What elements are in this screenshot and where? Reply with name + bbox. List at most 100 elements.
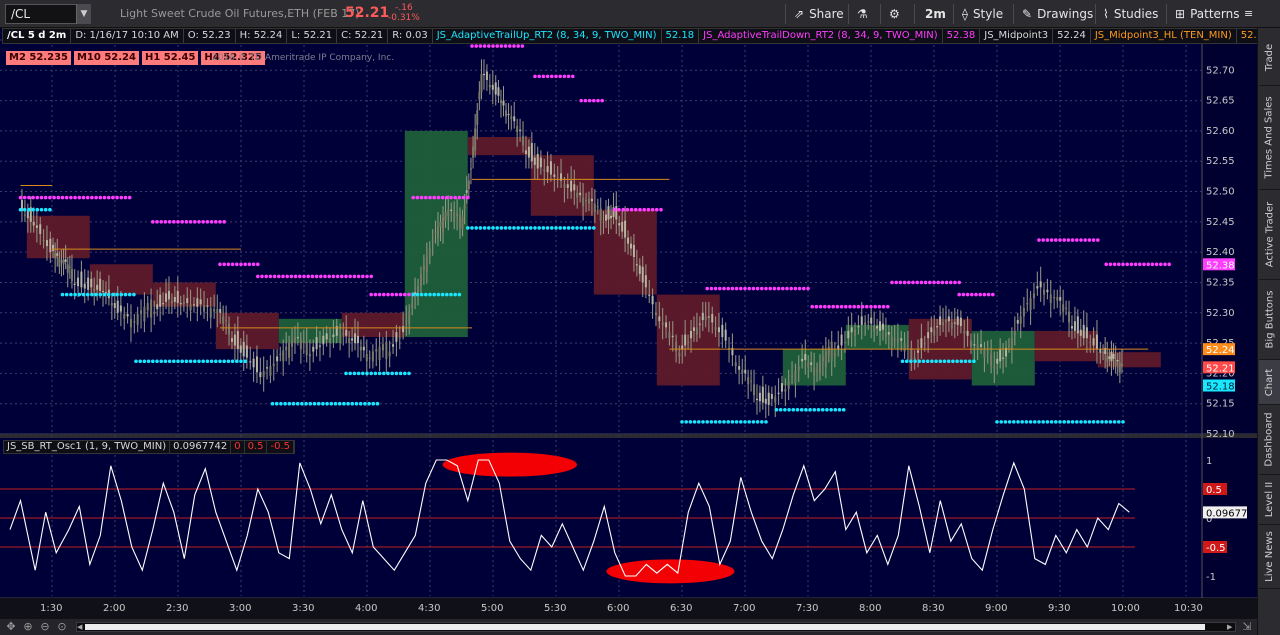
candle-body [714,327,717,330]
trail-down-dot [844,304,848,309]
scroll-left-icon[interactable]: ◀ [77,623,85,631]
menu-icon[interactable]: ≡ [1244,4,1253,24]
candle-body [681,345,684,350]
patterns-icon: ⊞ [1175,7,1186,21]
candle-body [651,295,654,305]
style-button[interactable]: ⟠ Style [962,4,1003,24]
trail-up-dot [390,371,395,376]
candle-body [990,353,993,367]
trail-up-dot [955,359,959,364]
zoom-reset-icon[interactable]: ⊙ [55,620,69,634]
candle-body [615,206,618,220]
trail-up-dot [812,407,817,412]
trail-down-dot [327,274,332,279]
candle-body [837,345,840,350]
study-midpoint[interactable]: JS_Midpoint3 [980,29,1054,43]
candle-body [953,322,956,324]
study-trail-up[interactable]: JS_AdaptiveTrailUp_RT2 (8, 34, 9, TWO_MI… [433,29,662,43]
share-button[interactable]: ⇗ Share [794,4,844,24]
candle-body [950,322,953,329]
candle-body [873,326,876,331]
candle-body [804,353,807,361]
candle-body [959,317,962,327]
trail-up-dot [419,292,424,297]
chevron-down-icon[interactable]: ▼ [76,4,91,24]
expand-icon[interactable]: ⇲ [1240,620,1254,634]
trail-up-dot [743,420,747,424]
zoom-in-icon[interactable]: ⊕ [21,620,35,634]
candle-body [442,216,445,233]
timeframe-button[interactable]: 2m [925,4,946,24]
candle-body [291,339,294,347]
tab-trade[interactable]: Trade [1259,30,1280,86]
pan-icon[interactable]: ✥ [4,620,18,634]
range-box [404,130,468,338]
candle-body [133,321,136,323]
candle-body [478,92,481,100]
study-trail-down[interactable]: JS_AdaptiveTrailDown_RT2 (8, 34, 9, TWO_… [699,29,943,43]
trail-down-dot [369,274,374,279]
patterns-button[interactable]: ⊞ Patterns [1175,4,1240,24]
trail-up-dot [718,420,722,424]
scroll-right-icon[interactable]: ▶ [1227,623,1235,631]
tab-level-ii[interactable]: Level II [1259,475,1280,525]
candle-body [378,346,381,361]
trail-up-dot [350,401,355,406]
oscillator-name[interactable]: JS_SB_RT_Osc1 (1, 9, TWO_MIN) [4,441,171,453]
candle-body [602,221,605,224]
trail-down-dot [709,286,714,291]
trail-up-dot [167,359,172,364]
candle-body [840,334,843,346]
tab-chart[interactable]: Chart [1259,360,1280,405]
zoom-out-icon[interactable]: ⊖ [38,620,52,634]
tab-dashboard[interactable]: Dashboard [1259,405,1280,475]
candle-body [599,208,602,221]
scrollbar-thumb[interactable] [85,624,1205,630]
time-tick-label: 8:30 [922,603,944,614]
trail-up-dot [1045,420,1050,424]
candle-body [42,240,45,242]
candle-body [704,316,707,321]
study-midpoint-hl[interactable]: JS_Midpoint3_HL (TEN_MIN) [1091,29,1237,43]
chart-canvas[interactable]: 1:30 2:00 2:30 3:00 3:30 4:00 4:30 5:00 5:30 6:00… [0,28,1257,618]
trail-down-dot [554,74,558,79]
trail-up-dot [709,420,714,424]
candle-body [864,322,867,325]
info-range: R: 0.03 [388,29,433,43]
trail-down-dot [1058,238,1062,242]
candle-body [302,340,305,344]
studies-button[interactable]: ⌇ Studies [1103,4,1158,24]
settings-button[interactable]: ⚙ [889,4,905,24]
trail-down-dot [919,280,924,285]
trail-down-dot [64,195,69,200]
flask-button[interactable]: ⚗ [857,4,873,24]
trail-down-dot [218,262,222,267]
candle-body [322,335,325,345]
trail-down-dot [167,220,172,224]
trail-up-dot [123,292,128,297]
trail-up-dot [751,420,756,424]
candle-body [1068,311,1071,323]
candle-body [533,157,536,165]
candle-body [758,392,761,402]
horizontal-scrollbar[interactable]: ◀ ▶ [76,622,1236,632]
trail-up-dot [795,407,800,412]
trail-up-dot [337,401,342,406]
trail-down-dot [856,304,861,309]
tab-times-and-sales[interactable]: Times And Sales [1259,86,1280,190]
price-chart-area[interactable]: 1:30 2:00 2:30 3:00 3:30 4:00 4:30 5:00 5:30 6:00… [0,28,1257,618]
trail-down-dot [781,286,785,291]
time-tick-label: 2:30 [166,603,188,614]
price-tick-label: 52.70 [1206,65,1235,76]
trail-down-dot [390,292,395,297]
tab-big-buttons[interactable]: Big Buttons [1259,280,1280,360]
candle-body [66,264,69,273]
trail-down-dot [172,220,176,224]
candle-body [927,332,930,339]
trail-up-dot [499,226,504,230]
candle-body [549,161,552,175]
drawings-button[interactable]: ✎ Drawings [1022,4,1093,24]
trail-up-dot [592,226,596,230]
tab-active-trader[interactable]: Active Trader [1259,190,1280,280]
tab-live-news[interactable]: Live News [1259,525,1280,589]
